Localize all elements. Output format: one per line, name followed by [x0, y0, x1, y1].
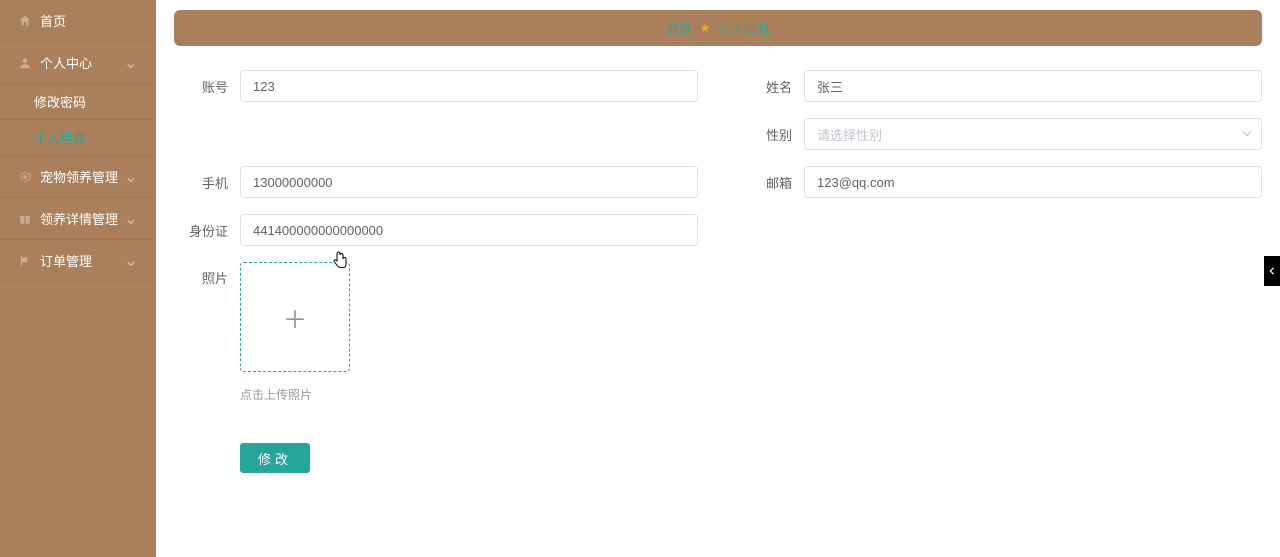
- sidebar-item-orders[interactable]: 订单管理 ⌄: [0, 240, 156, 282]
- form-row-photo: 照片 ＋ 点击上传照片: [174, 262, 698, 403]
- name-label: 姓名: [738, 77, 804, 96]
- gift-icon: [18, 212, 32, 226]
- account-label: 账号: [174, 77, 240, 96]
- upload-hint: 点击上传照片: [240, 386, 698, 403]
- form-column-right: 姓名 性别 请选择性别 邮箱: [738, 70, 1262, 473]
- star-icon: ★: [700, 21, 711, 35]
- breadcrumb: 首页 ★ 个人信息: [174, 10, 1262, 46]
- chevron-down-icon: ⌄: [124, 167, 138, 187]
- sidebar-subitem-change-password[interactable]: 修改密码: [0, 84, 156, 120]
- submit-button[interactable]: 修改: [240, 443, 310, 473]
- home-icon: [18, 14, 32, 28]
- form-column-left: 账号 手机 身份证 照片 ＋ 点击上传照片: [174, 70, 698, 473]
- account-input[interactable]: [240, 70, 698, 102]
- form-row-phone: 手机: [174, 166, 698, 198]
- photo-upload[interactable]: ＋: [240, 262, 350, 372]
- plus-icon: ＋: [283, 300, 307, 335]
- user-icon: [18, 56, 32, 70]
- form-row-gender: 性别 请选择性别: [738, 118, 1262, 150]
- sidebar-item-label: 个人中心: [40, 53, 92, 72]
- submenu-label: 修改密码: [34, 92, 86, 111]
- sidebar-item-label: 领养详情管理: [40, 209, 118, 228]
- form-row-idcard: 身份证: [174, 214, 698, 246]
- sidebar-item-user-center[interactable]: 个人中心 ⌄: [0, 42, 156, 84]
- phone-input[interactable]: [240, 166, 698, 198]
- name-input[interactable]: [804, 70, 1262, 102]
- sidebar-item-label: 首页: [40, 11, 66, 30]
- gender-placeholder: 请选择性别: [804, 118, 1262, 150]
- sidebar-item-home[interactable]: 首页: [0, 0, 156, 42]
- sidebar-item-label: 宠物领养管理: [40, 167, 118, 186]
- form-row-name: 姓名: [738, 70, 1262, 102]
- email-input[interactable]: [804, 166, 1262, 198]
- form-row-account: 账号: [174, 70, 698, 102]
- idcard-input[interactable]: [240, 214, 698, 246]
- cog-icon: [18, 170, 32, 184]
- breadcrumb-home[interactable]: 首页: [666, 19, 692, 38]
- chevron-down-icon: [1242, 127, 1252, 142]
- flag-icon: [18, 254, 32, 268]
- gender-select[interactable]: 请选择性别: [804, 118, 1262, 150]
- phone-label: 手机: [174, 173, 240, 192]
- idcard-label: 身份证: [174, 221, 240, 240]
- sidebar: 首页 个人中心 ⌄ 修改密码 个人信息 宠物领养管理 ⌄ 领养详情管理 ⌄ 订单…: [0, 0, 156, 557]
- form-row-email: 邮箱: [738, 166, 1262, 198]
- email-label: 邮箱: [738, 173, 804, 192]
- photo-label: 照片: [174, 262, 240, 287]
- chevron-down-icon: ⌄: [124, 53, 138, 73]
- chevron-left-icon: [1268, 267, 1276, 275]
- submenu-label: 个人信息: [34, 128, 86, 147]
- breadcrumb-current: 个人信息: [718, 19, 770, 38]
- sidebar-item-pet-adopt[interactable]: 宠物领养管理 ⌄: [0, 156, 156, 198]
- sidebar-item-adopt-detail[interactable]: 领养详情管理 ⌄: [0, 198, 156, 240]
- cursor-icon: [333, 251, 349, 272]
- sidebar-subitem-profile[interactable]: 个人信息: [0, 120, 156, 156]
- chevron-down-icon: ⌄: [124, 251, 138, 271]
- drawer-toggle[interactable]: [1264, 256, 1280, 286]
- main-content: 首页 ★ 个人信息 账号 手机 身份证 照片 ＋: [156, 0, 1280, 557]
- chevron-down-icon: ⌄: [124, 209, 138, 229]
- upload-block: ＋ 点击上传照片: [240, 262, 698, 403]
- gender-label: 性别: [738, 125, 804, 144]
- sidebar-item-label: 订单管理: [40, 251, 92, 270]
